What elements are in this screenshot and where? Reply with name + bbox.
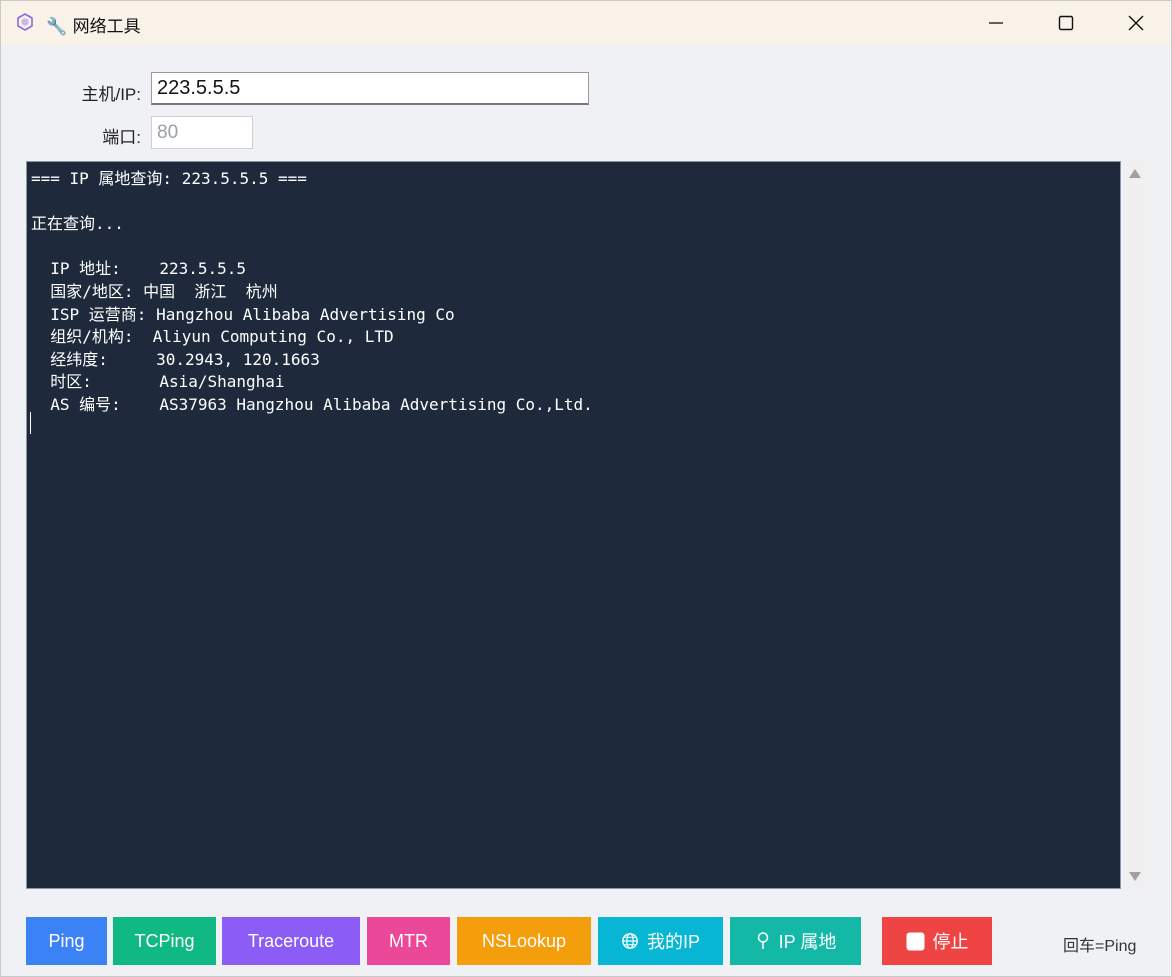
maximize-button[interactable]	[1031, 1, 1101, 46]
globe-icon	[621, 932, 639, 950]
minimize-icon	[989, 22, 1003, 24]
stop-button-label: 停止	[932, 932, 969, 952]
nslookup-button[interactable]: NSLookup	[457, 917, 591, 965]
app-logo-icon	[17, 13, 33, 31]
output-terminal[interactable]: === IP 属地查询: 223.5.5.5 === 正在查询... IP 地址…	[26, 161, 1121, 889]
title-bar[interactable]: 🔧 网络工具	[1, 1, 1171, 46]
traceroute-button[interactable]: Traceroute	[222, 917, 360, 965]
ip-location-button-label: IP 属地	[778, 932, 837, 952]
ping-button-label: Ping	[48, 930, 85, 951]
minimize-button[interactable]	[961, 1, 1031, 46]
nslookup-button-label: NSLookup	[481, 930, 567, 951]
ip-location-button[interactable]: IP 属地	[730, 917, 861, 965]
ping-button[interactable]: Ping	[26, 917, 107, 965]
mtr-button[interactable]: MTR	[367, 917, 450, 965]
close-icon	[1128, 15, 1144, 31]
my-ip-button-label: 我的IP	[646, 932, 700, 952]
stop-button[interactable]: 停止	[882, 917, 992, 965]
scroll-up-arrow-icon[interactable]	[1129, 169, 1141, 178]
terminal-scrollbar[interactable]	[1123, 161, 1148, 889]
enter-shortcut-hint: 回车=Ping	[1063, 938, 1137, 955]
pin-icon	[755, 931, 771, 951]
stop-icon	[906, 932, 925, 951]
mtr-button-label: MTR	[389, 930, 428, 951]
maximize-icon	[1058, 15, 1074, 31]
traceroute-button-label: Traceroute	[247, 930, 335, 951]
scroll-down-arrow-icon[interactable]	[1129, 872, 1141, 881]
host-label: 主机/IP:	[81, 85, 141, 104]
my-ip-button[interactable]: 我的IP	[598, 917, 723, 965]
tcping-button[interactable]: TCPing	[113, 917, 216, 965]
text-caret	[30, 412, 31, 434]
tcping-button-label: TCPing	[134, 930, 195, 951]
host-input[interactable]	[151, 72, 589, 105]
close-button[interactable]	[1101, 1, 1171, 46]
port-label: 端口:	[102, 128, 141, 147]
window-title: 🔧 网络工具	[46, 17, 141, 37]
port-input[interactable]	[151, 116, 253, 149]
terminal-output-text: === IP 属地查询: 223.5.5.5 === 正在查询... IP 地址…	[31, 169, 593, 414]
app-window: 🔧 网络工具 主机/IP: 端口: === IP 属地查询: 223.5.5.5…	[0, 0, 1172, 977]
